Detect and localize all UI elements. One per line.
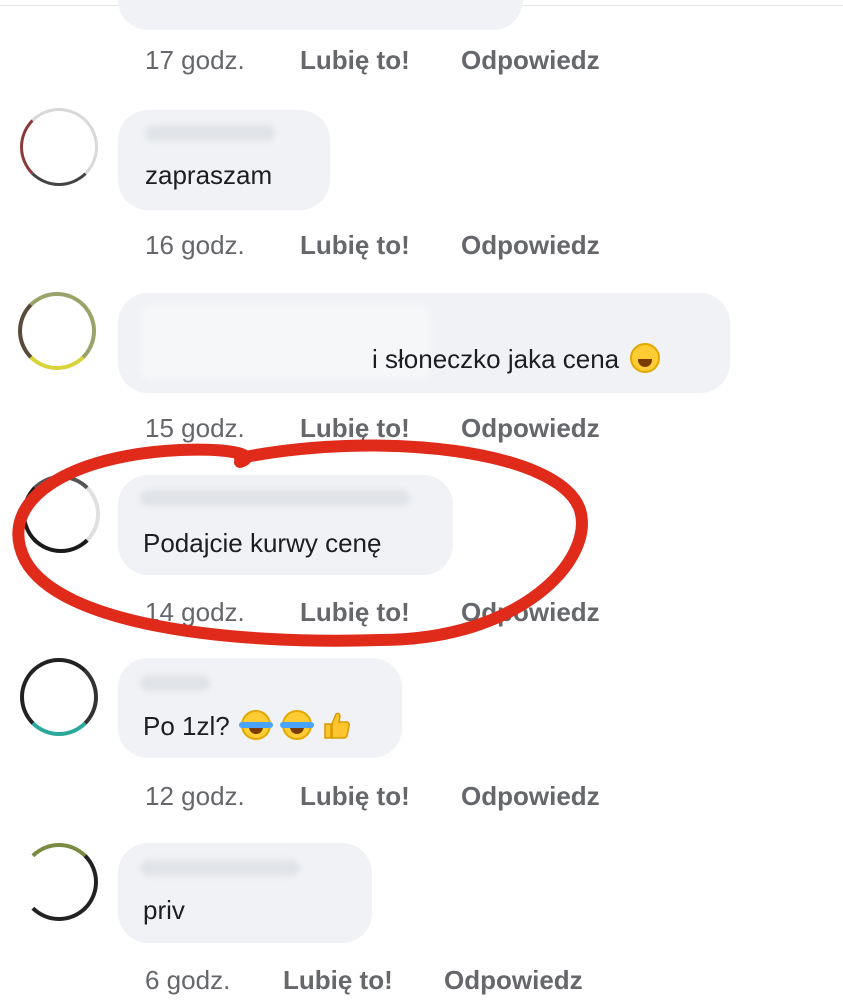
comment-text-content: i słoneczko jaka cena: [372, 344, 620, 374]
like-button[interactable]: Lubię to!: [300, 230, 410, 261]
reply-button[interactable]: Odpowiedz: [461, 45, 600, 76]
like-button[interactable]: Lubię to!: [300, 781, 410, 812]
author-name-redacted[interactable]: [140, 860, 300, 876]
comment-time: 16 godz.: [145, 230, 245, 260]
comment-time: 14 godz.: [145, 597, 245, 627]
comment-time: 17 godz.: [145, 45, 245, 75]
reply-button[interactable]: Odpowiedz: [461, 413, 600, 444]
comment-time: 15 godz.: [145, 413, 245, 443]
comment-text: i słoneczko jaka cena: [372, 343, 661, 375]
reply-button[interactable]: Odpowiedz: [461, 597, 600, 628]
author-name-redacted[interactable]: [145, 125, 275, 141]
comment-time: 6 godz.: [145, 965, 231, 995]
sweat-smile-emoji-icon: [630, 343, 661, 373]
avatar[interactable]: [20, 843, 98, 921]
avatar[interactable]: [20, 108, 98, 186]
thumbs-up-emoji-icon: [324, 712, 351, 739]
like-button[interactable]: Lubię to!: [300, 597, 410, 628]
avatar[interactable]: [18, 292, 96, 370]
avatar[interactable]: [22, 475, 100, 553]
author-name-redacted[interactable]: [140, 675, 210, 691]
comment-time: 12 godz.: [145, 781, 245, 811]
like-button[interactable]: Lubię to!: [300, 413, 410, 444]
reply-button[interactable]: Odpowiedz: [461, 781, 600, 812]
comment-bubble: [118, 843, 372, 943]
comment-text: Podajcie kurwy cenę: [143, 528, 382, 558]
reply-button[interactable]: Odpowiedz: [461, 230, 600, 261]
tears-of-joy-emoji-icon: [280, 710, 315, 740]
comment-text: zapraszam: [145, 160, 273, 190]
author-name-redacted[interactable]: [140, 490, 410, 506]
like-button[interactable]: Lubię to!: [300, 45, 410, 76]
tears-of-joy-emoji-icon: [238, 710, 273, 740]
reply-button[interactable]: Odpowiedz: [444, 965, 583, 996]
comment-text: Po 1zl?: [143, 710, 351, 742]
comment-bubble: [118, 0, 523, 30]
avatar[interactable]: [20, 658, 98, 736]
comment-bubble: [118, 658, 402, 758]
like-button[interactable]: Lubię to!: [283, 965, 393, 996]
comment-text: priv: [143, 895, 185, 925]
comment-text-content: Po 1zl?: [143, 711, 230, 741]
